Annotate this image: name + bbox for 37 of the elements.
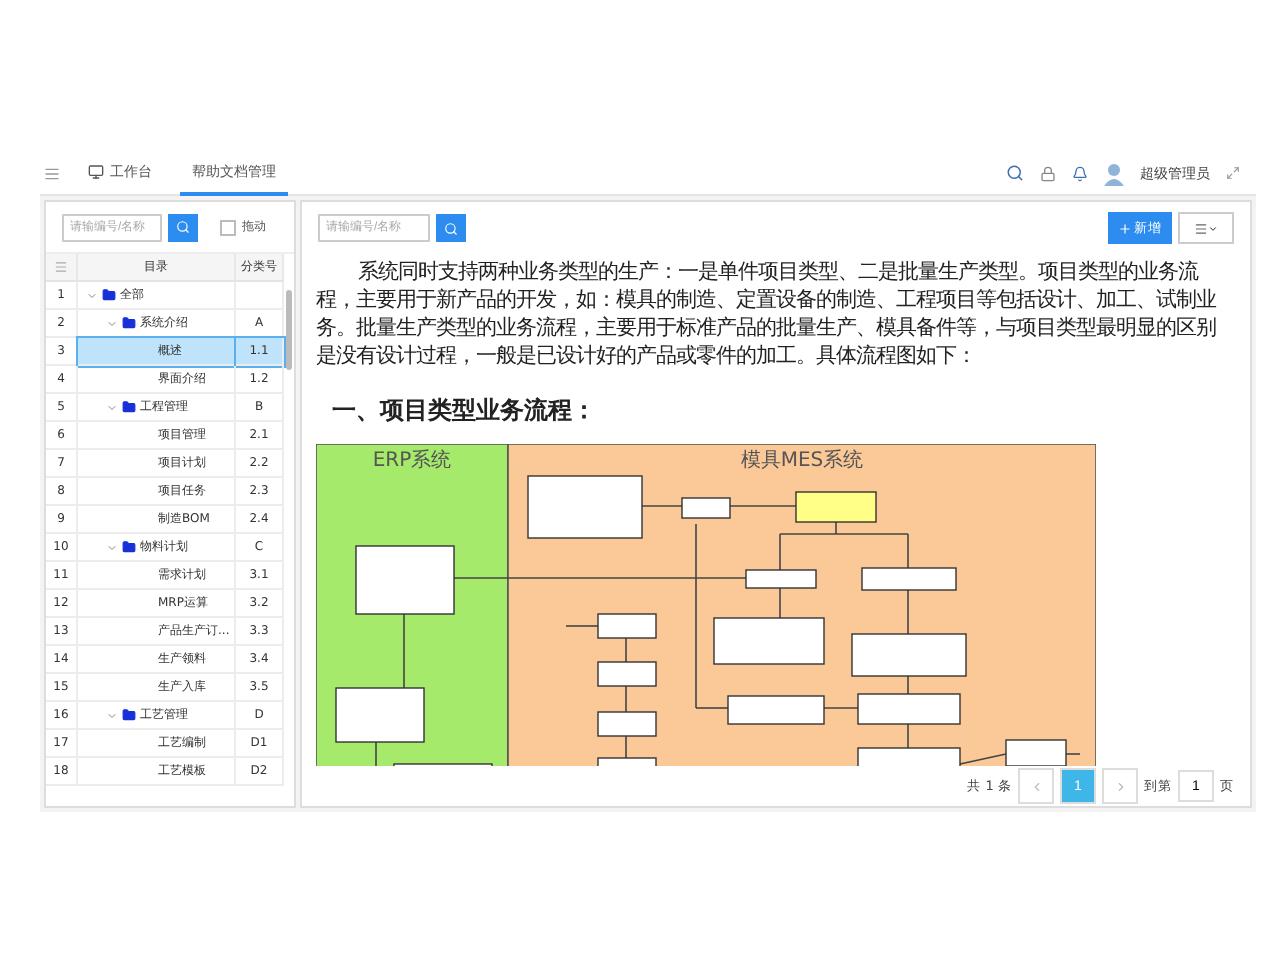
chevron-icon[interactable] <box>106 541 118 553</box>
monitor-icon <box>88 163 104 179</box>
folder-icon <box>122 400 136 414</box>
column-title: 模具MES系统 <box>740 450 864 472</box>
chevron-left-icon <box>1029 779 1043 793</box>
next-page-button[interactable] <box>1102 768 1138 804</box>
chevron-icon[interactable] <box>106 709 118 721</box>
folder-icon <box>122 316 136 330</box>
fullscreen-icon[interactable] <box>1226 166 1240 180</box>
chevron-right-icon <box>1113 779 1127 793</box>
column-title: ERP系统 <box>372 450 452 472</box>
chevron-icon[interactable] <box>106 401 118 413</box>
menu-button[interactable] <box>1178 212 1234 244</box>
search-icon[interactable] <box>1006 164 1024 182</box>
chevron-icon[interactable] <box>106 317 118 329</box>
document-paragraph: 系统同时支持两种业务类型的生产：一是单件项目类型、二是批量生产类型。项目类型的业务流程，主要用于新产品的开发，如：模具的制造、定置设备的制造、工程项目等包括设计、加工、试制业务。批量生产类型的业务流程，主要用于标准产品的批量生产、模具备件等，与项目类型最明显的区别是没有设计过程，一般是已设计好的产品或零件的加工。具体流程图如下： <box>316 258 1218 370</box>
folder-icon <box>102 288 116 302</box>
previous-page-button[interactable] <box>1018 768 1054 804</box>
folder-icon <box>122 708 136 722</box>
search-button[interactable] <box>436 214 466 242</box>
plus-icon <box>1118 221 1132 235</box>
avatar-icon[interactable] <box>1104 161 1124 185</box>
caret-icon <box>1208 223 1218 233</box>
lock-icon[interactable] <box>1040 165 1056 181</box>
bell-icon[interactable] <box>1072 165 1088 181</box>
table-cell <box>236 282 284 310</box>
search-icon <box>444 221 458 235</box>
search-icon <box>176 220 190 234</box>
chevron-icon[interactable] <box>86 289 98 301</box>
menu-icon[interactable] <box>44 165 60 181</box>
section-heading: 一、项目类型业务流程： <box>332 394 598 428</box>
checkbox[interactable] <box>220 219 236 235</box>
menu-icon <box>1194 221 1208 235</box>
folder-icon <box>122 540 136 554</box>
search-button[interactable] <box>168 213 198 241</box>
column-menu-icon[interactable] <box>54 260 68 274</box>
scrollbar[interactable] <box>286 290 292 370</box>
